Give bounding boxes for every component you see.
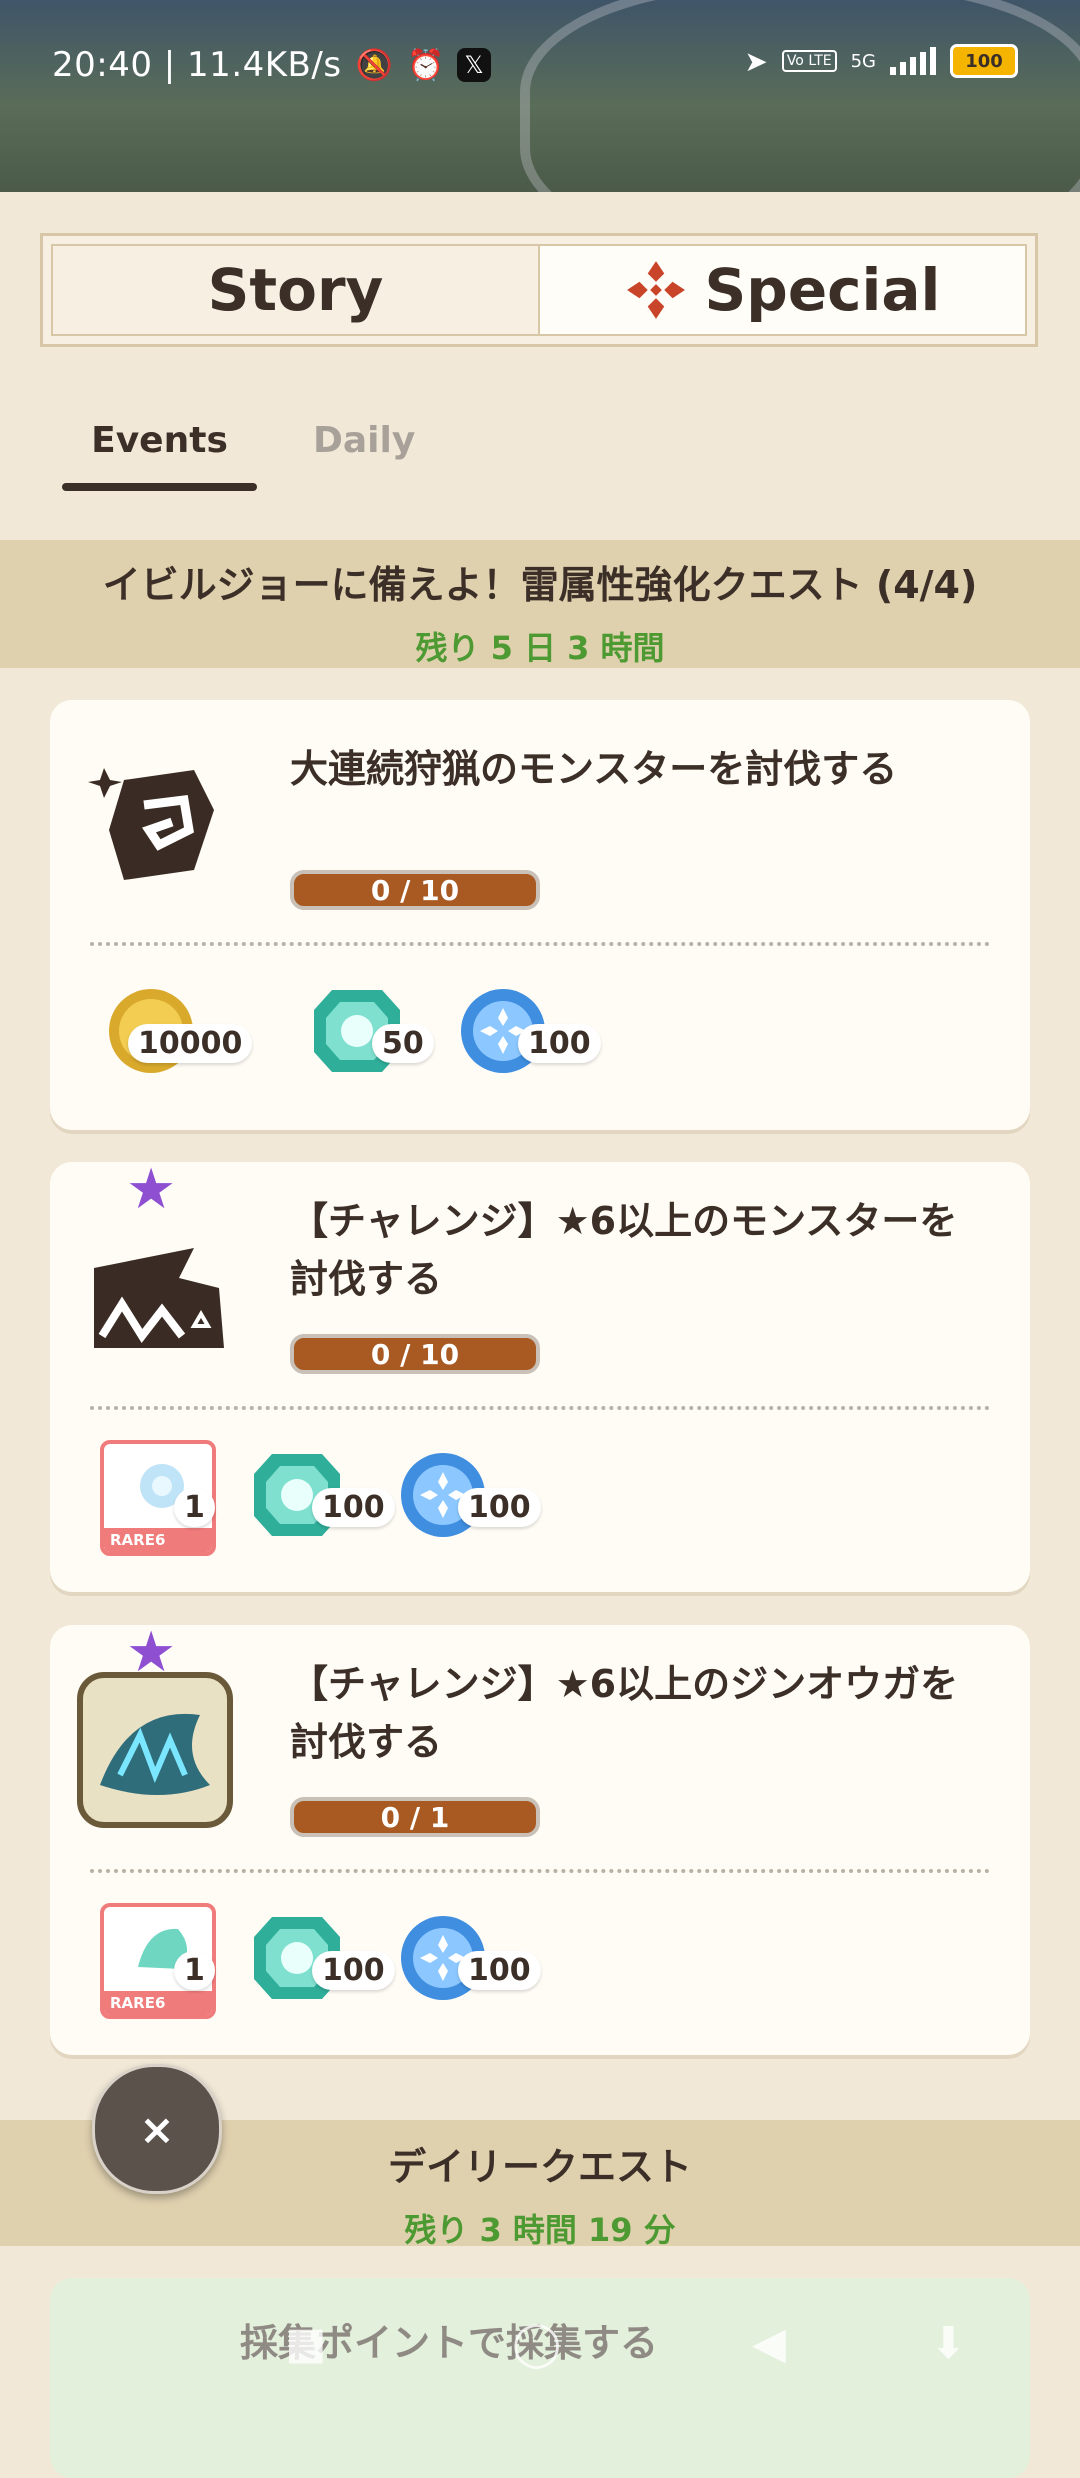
- tab-events[interactable]: Events: [62, 420, 257, 491]
- signal-icon: [890, 47, 936, 75]
- back-icon[interactable]: ◀: [752, 2318, 786, 2369]
- story-label: Story: [207, 256, 384, 324]
- battery-icon: 100: [950, 44, 1018, 78]
- reward-count: 1: [174, 1951, 215, 1990]
- tab-bar: Events Daily: [62, 420, 415, 491]
- reward-count: 50: [372, 1024, 434, 1063]
- monster-emblem-icon: [84, 1218, 234, 1368]
- card-divider: [90, 1406, 990, 1410]
- tab-daily[interactable]: Daily: [313, 420, 415, 481]
- reward-item: 50: [312, 986, 434, 1074]
- reward-item: 100: [398, 1913, 541, 2001]
- tab-daily-label: Daily: [313, 420, 416, 461]
- reward-item: 100: [398, 1450, 541, 1538]
- star-icon: ★: [126, 1157, 177, 1222]
- special-button[interactable]: Special: [538, 246, 1025, 334]
- home-icon[interactable]: ◯: [512, 2318, 561, 2369]
- card-divider: [90, 1869, 990, 1873]
- reward-list: RARE6 1 100 100: [100, 1440, 541, 1556]
- special-emblem-icon: [626, 261, 685, 319]
- status-right: ➤ Vo LTE 5G 100: [744, 44, 1018, 78]
- x-app-icon: 𝕏: [457, 48, 492, 82]
- reward-list: 10000 50 100: [106, 986, 601, 1074]
- active-tab-indicator: [62, 483, 257, 491]
- reward-item: 100: [252, 1913, 395, 2001]
- reward-count: 100: [458, 1488, 541, 1527]
- quest-progress-bar: 0 / 10: [290, 1334, 540, 1374]
- system-nav-bar: ■ ◯ ◀ ⬇: [0, 2300, 1080, 2380]
- quest-card[interactable]: 大連続狩猟のモンスターを討伐する 0 / 10 10000 50 100: [50, 700, 1030, 1130]
- network-label: 5G: [850, 50, 876, 72]
- quest-progress-bar: 0 / 1: [290, 1797, 540, 1837]
- mode-segment: Story Special: [40, 233, 1038, 347]
- status-bar: 20:40 | 11.4KB/s 🔕 ⏰ 𝕏: [52, 44, 492, 86]
- volte-badge: Vo LTE: [781, 50, 837, 72]
- reward-list: RARE6 1 100 100: [100, 1903, 541, 2019]
- quest-progress-bar: 0 / 10: [290, 870, 540, 910]
- mute-bell-icon: 🔕: [355, 47, 394, 83]
- reward-count: 100: [312, 1488, 395, 1527]
- recent-apps-icon[interactable]: ■: [285, 2318, 327, 2369]
- tab-events-label: Events: [91, 420, 228, 461]
- quest-progress-text: 0 / 1: [380, 1800, 450, 1834]
- close-button[interactable]: ×: [92, 2064, 222, 2194]
- reward-count: 10000: [128, 1024, 253, 1063]
- quest-title: 【チャレンジ】★6以上のモンスターを討伐する: [290, 1199, 958, 1301]
- download-icon[interactable]: ⬇: [930, 2318, 967, 2369]
- reward-item: RARE6 1: [100, 1903, 216, 2019]
- event-remaining-time: 残り 5 日 3 時間: [415, 629, 665, 667]
- card-divider: [90, 942, 990, 946]
- alarm-icon: ⏰: [407, 47, 446, 83]
- quest-progress-text: 0 / 10: [370, 1337, 460, 1371]
- reward-item: RARE6 1: [100, 1440, 216, 1556]
- reward-count: 1: [174, 1488, 215, 1527]
- event-section-title: イビルジョーに備えよ！雷属性強化クエスト (4/4): [102, 563, 978, 607]
- status-time: 20:40 | 11.4KB/s: [52, 45, 342, 85]
- reward-count: 100: [312, 1951, 395, 1990]
- reward-count: 100: [518, 1024, 601, 1063]
- event-section-header: イビルジョーに備えよ！雷属性強化クエスト (4/4) 残り 5 日 3 時間: [0, 540, 1080, 668]
- location-arrow-icon: ➤: [744, 44, 768, 78]
- rarity-label: RARE6: [104, 1528, 212, 1552]
- quest-title: 大連続狩猟のモンスターを討伐する: [290, 747, 898, 791]
- map-river: [520, 0, 1080, 192]
- reward-item: 100: [252, 1450, 395, 1538]
- rarity-label: RARE6: [104, 1991, 212, 2015]
- reward-item: 100: [458, 986, 601, 1074]
- quest-progress-text: 0 / 10: [370, 873, 460, 907]
- hunt-emblem-icon: [84, 750, 234, 900]
- close-icon: ×: [139, 2104, 175, 2154]
- quest-title: 【チャレンジ】★6以上のジンオウガを討伐する: [290, 1662, 959, 1764]
- map-background: 20:40 | 11.4KB/s 🔕 ⏰ 𝕏 ➤ Vo LTE 5G 100: [0, 0, 1080, 192]
- special-label: Special: [704, 256, 941, 324]
- daily-remaining-time: 残り 3 時間 19 分: [404, 2211, 676, 2249]
- reward-count: 100: [458, 1951, 541, 1990]
- quest-card[interactable]: ★ 【チャレンジ】★6以上のモンスターを討伐する 0 / 10 RARE6 1: [50, 1162, 1030, 1592]
- story-button[interactable]: Story: [53, 246, 538, 334]
- zinogre-icon: [70, 1665, 240, 1835]
- quest-card[interactable]: ★ 【チャレンジ】★6以上のジンオウガを討伐する 0 / 1 RARE6 1 1…: [50, 1625, 1030, 2055]
- reward-item: 10000: [106, 986, 253, 1074]
